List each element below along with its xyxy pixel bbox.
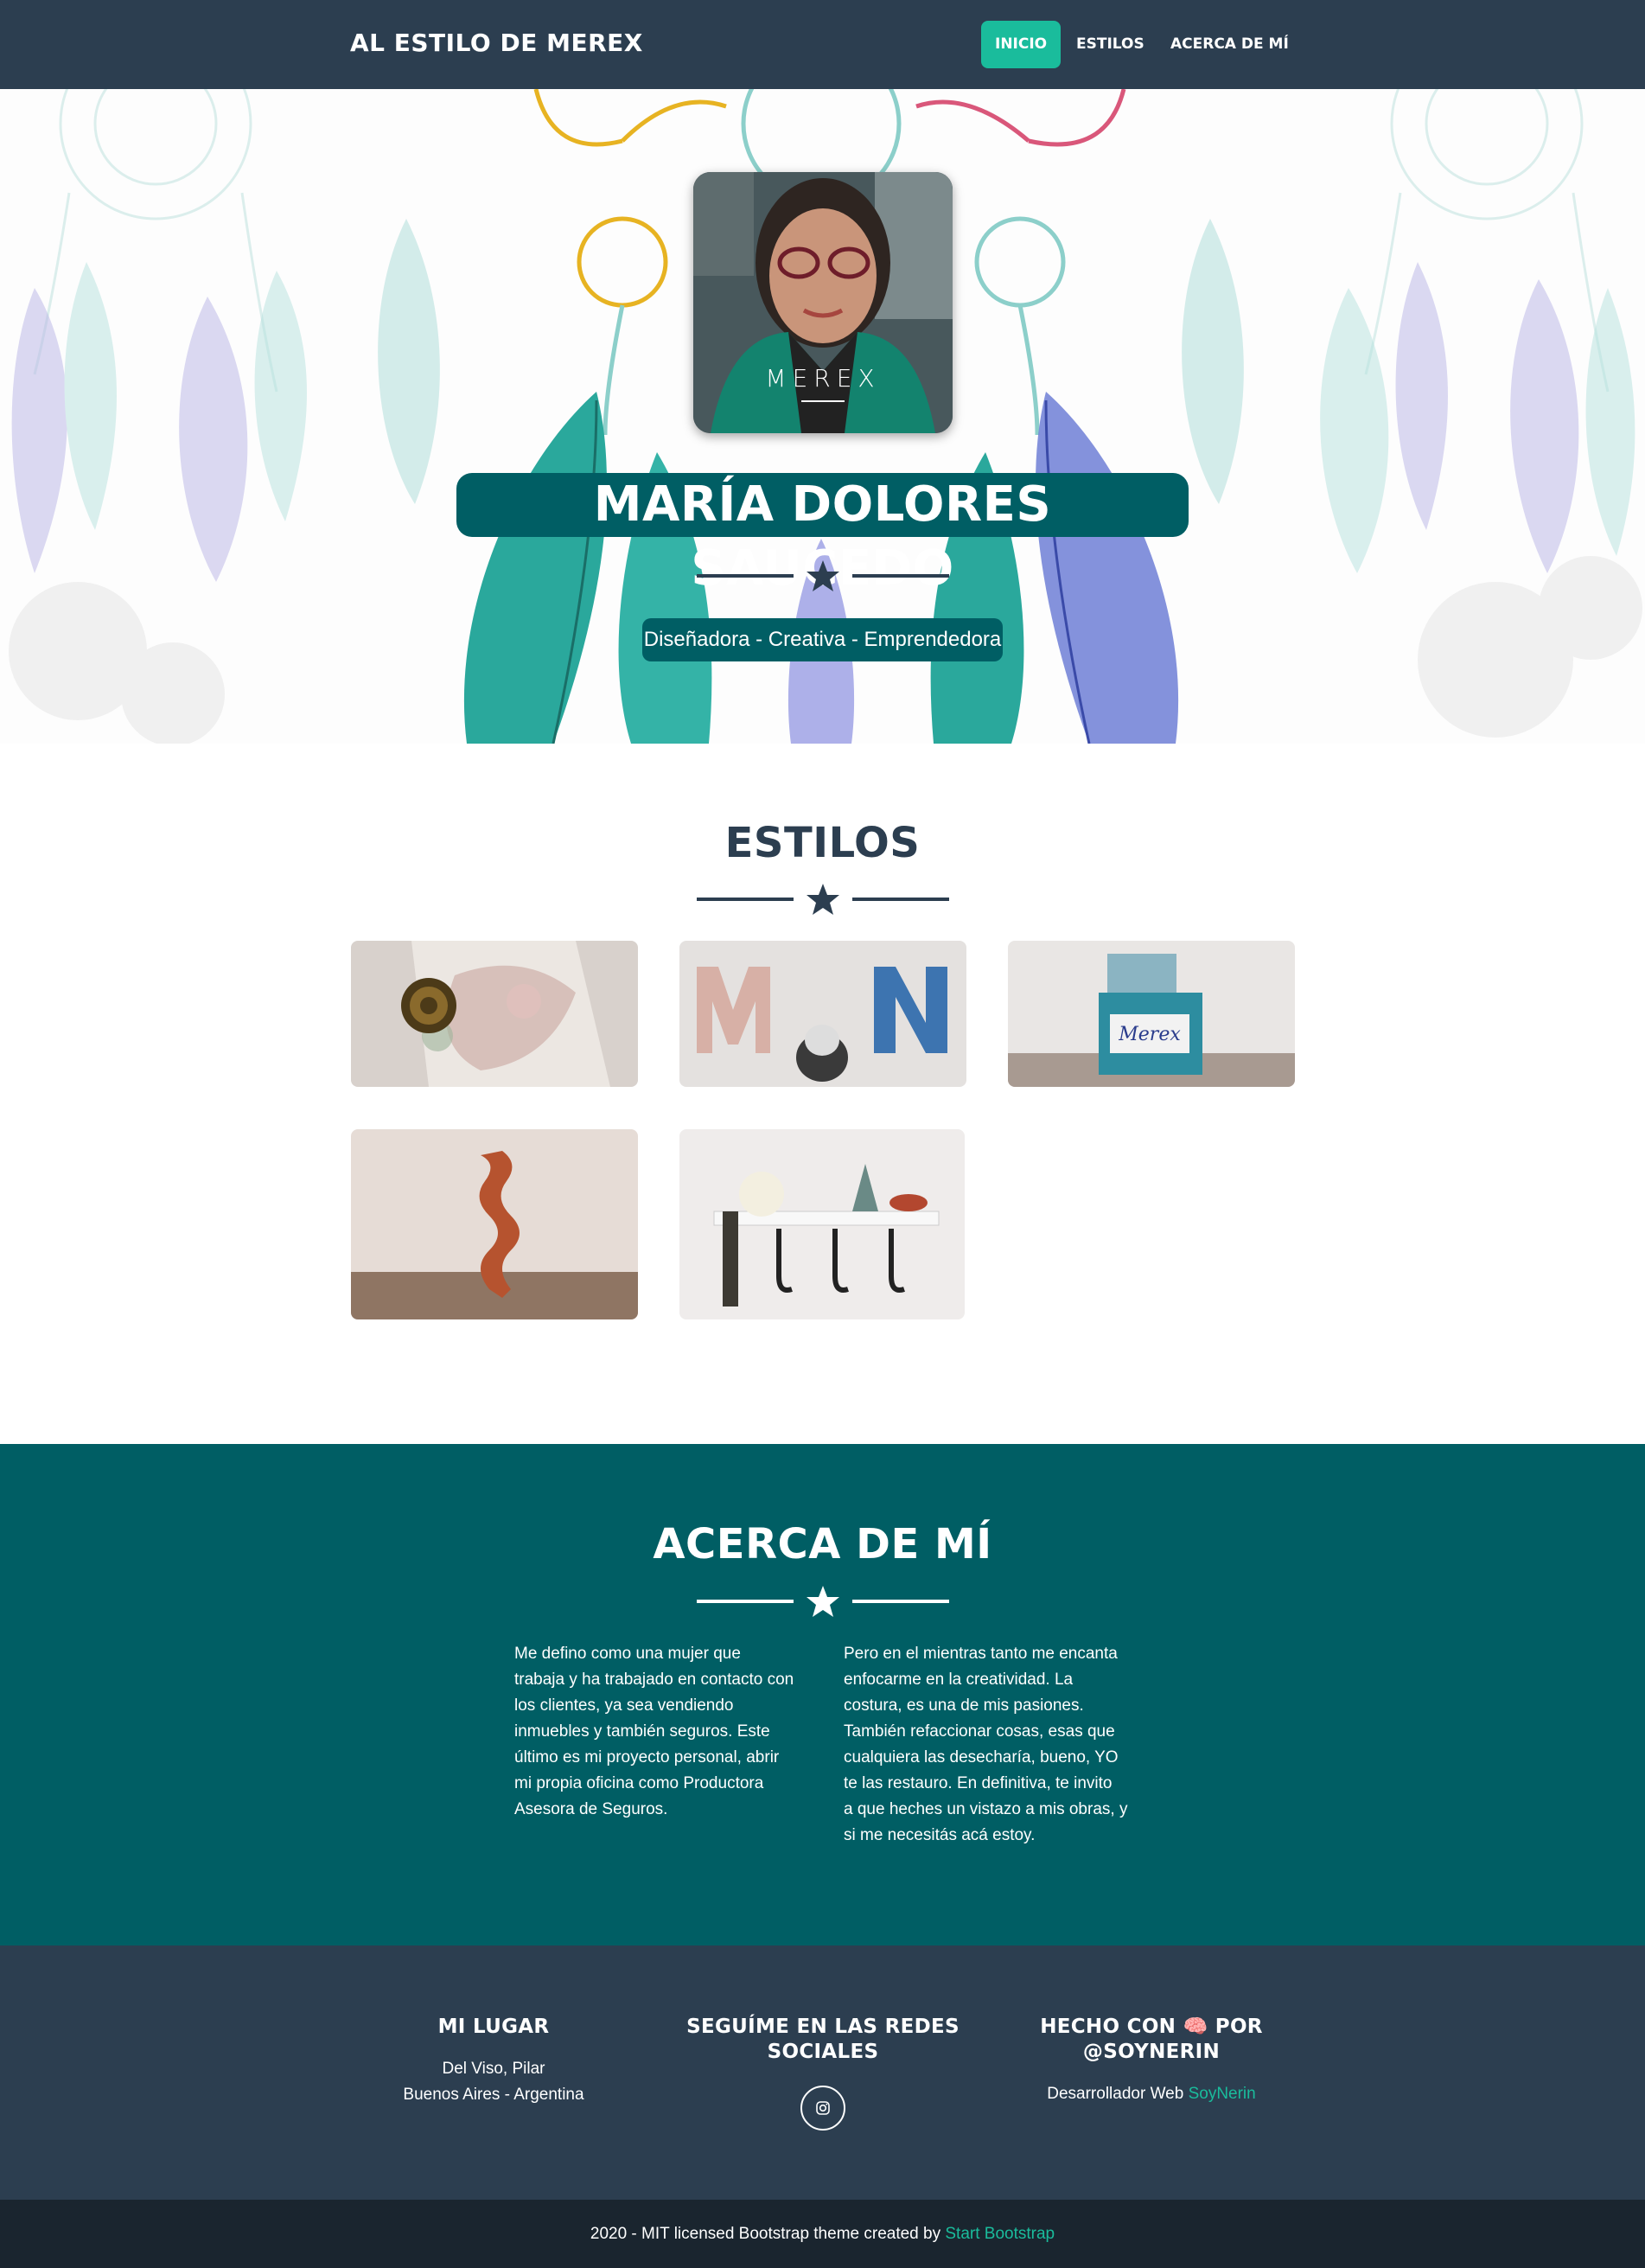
copyright-text: 2020 - MIT licensed Bootstrap theme crea… — [590, 2225, 946, 2243]
about-divider — [697, 1584, 949, 1619]
estilo-item-box[interactable]: Merex — [1008, 941, 1295, 1087]
hero-section: MEREX MARÍA DOLORES SAUCEDO Diseñadora -… — [0, 89, 1645, 744]
divider-line — [697, 898, 794, 901]
divider-line — [852, 898, 949, 901]
about-right-line: enfocarme en la creatividad. La — [844, 1671, 1074, 1689]
about-right-line: Pero en el mientras tanto me encanta — [844, 1645, 1118, 1663]
footer-credits-title-text: POR — [1208, 2016, 1263, 2038]
copyright-bar: 2020 - MIT licensed Bootstrap theme crea… — [0, 2200, 1645, 2268]
profile-photo: MEREX — [693, 172, 953, 433]
about-right-line: costura, es una de mis pasiones. — [844, 1696, 1084, 1715]
about-section: ACERCA DE MÍ Me defino como una mujer qu… — [0, 1444, 1645, 1945]
nav-link-acerca[interactable]: ACERCA DE MÍ — [1157, 21, 1303, 68]
about-right-line: También refaccionar cosas, esas que — [844, 1722, 1115, 1741]
star-icon — [807, 1586, 839, 1617]
estilos-divider — [697, 882, 949, 917]
avatar-underline — [801, 400, 845, 402]
footer-location: MI LUGAR Del Viso, Pilar Buenos Aires - … — [364, 2015, 623, 2108]
about-left-line: inmuebles y también seguros. Este — [514, 1722, 770, 1741]
svg-text:Merex: Merex — [1118, 1024, 1181, 1045]
divider-line — [697, 574, 794, 578]
rose-artwork-image — [351, 941, 638, 1087]
about-right-line: si me necesitás acá estoy. — [844, 1826, 1036, 1844]
estilos-title: ESTILOS — [724, 819, 921, 867]
instagram-icon — [816, 2101, 830, 2115]
footer-social-title-line: SEGUÍME EN LAS REDES — [686, 2016, 960, 2038]
footer-credits: HECHO CON 🧠 POR @SOYNERIN Desarrollador … — [1022, 2015, 1281, 2107]
coatrack-image — [679, 1129, 965, 1319]
navbar: AL ESTILO DE MEREX INICIO ESTILOS ACERCA… — [0, 0, 1645, 89]
about-left-line: mi propia oficina como Productora — [514, 1774, 764, 1792]
soynerin-link[interactable]: SoyNerin — [1189, 2085, 1256, 2103]
brand-logo[interactable]: AL ESTILO DE MEREX — [350, 29, 643, 57]
footer-credits-text: Desarrollador Web SoyNerin — [1022, 2081, 1281, 2107]
footer-credits-label: Desarrollador Web — [1047, 2085, 1189, 2103]
footer-credits-title: HECHO CON 🧠 POR — [1022, 2015, 1281, 2040]
about-text-right: Pero en el mientras tanto me encanta enf… — [844, 1641, 1129, 1849]
star-icon — [807, 560, 839, 591]
footer-social: SEGUÍME EN LAS REDES SOCIALES — [676, 2015, 970, 2065]
estilo-item-sculpture[interactable] — [351, 1129, 638, 1319]
hero-subtitle: Diseñadora - Creativa - Emprendedora — [642, 618, 1003, 661]
footer-location-title: MI LUGAR — [437, 2016, 550, 2038]
divider-line — [697, 1600, 794, 1603]
about-left-line: último es mi proyecto personal, abrir — [514, 1748, 780, 1766]
estilo-item-letters[interactable] — [679, 941, 966, 1087]
footer-credits-title-text: HECHO CON — [1040, 2016, 1176, 2038]
divider-line — [852, 574, 949, 578]
star-icon — [807, 884, 839, 915]
footer-location-line: Del Viso, Pilar — [442, 2060, 545, 2078]
footer-social-title-line: SOCIALES — [767, 2041, 879, 2063]
hero-title: MARÍA DOLORES SAUCEDO — [456, 473, 1189, 597]
footer-credits-handle: @SOYNERIN — [1082, 2041, 1221, 2063]
about-left-line: trabaja y ha trabajado en contacto con — [514, 1671, 794, 1689]
about-title: ACERCA DE MÍ — [653, 1520, 992, 1568]
about-left-line: Me defino como una mujer que — [514, 1645, 741, 1663]
footer: MI LUGAR Del Viso, Pilar Buenos Aires - … — [0, 1945, 1645, 2200]
brain-icon: 🧠 — [1183, 2016, 1208, 2038]
divider-line — [852, 1600, 949, 1603]
footer-location-line: Buenos Aires - Argentina — [403, 2086, 584, 2104]
about-right-line: a que heches un vistazo a mis obras, y — [844, 1800, 1128, 1818]
merex-box-image: Merex — [1008, 941, 1295, 1087]
about-left-line: Asesora de Seguros. — [514, 1800, 668, 1818]
nav-link-inicio[interactable]: INICIO — [981, 21, 1062, 68]
about-text-left: Me defino como una mujer que trabaja y h… — [514, 1641, 800, 1823]
about-left-line: los clientes, ya sea vendiendo — [514, 1696, 734, 1715]
profile-photo-image — [693, 172, 953, 433]
avatar-label: MEREX — [765, 364, 881, 393]
about-right-line: te las restauro. En definitiva, te invit… — [844, 1774, 1113, 1792]
sculpture-image — [351, 1129, 638, 1319]
instagram-button[interactable] — [800, 2086, 845, 2131]
start-bootstrap-link[interactable]: Start Bootstrap — [945, 2225, 1055, 2243]
estilo-item-rose[interactable] — [351, 941, 638, 1087]
hero-divider — [697, 559, 949, 593]
estilo-item-coatrack[interactable] — [679, 1129, 965, 1319]
letters-artwork-image — [679, 941, 966, 1087]
nav-link-estilos[interactable]: ESTILOS — [1062, 21, 1158, 68]
about-right-line: cualquiera las desecharía, bueno, YO — [844, 1748, 1119, 1766]
